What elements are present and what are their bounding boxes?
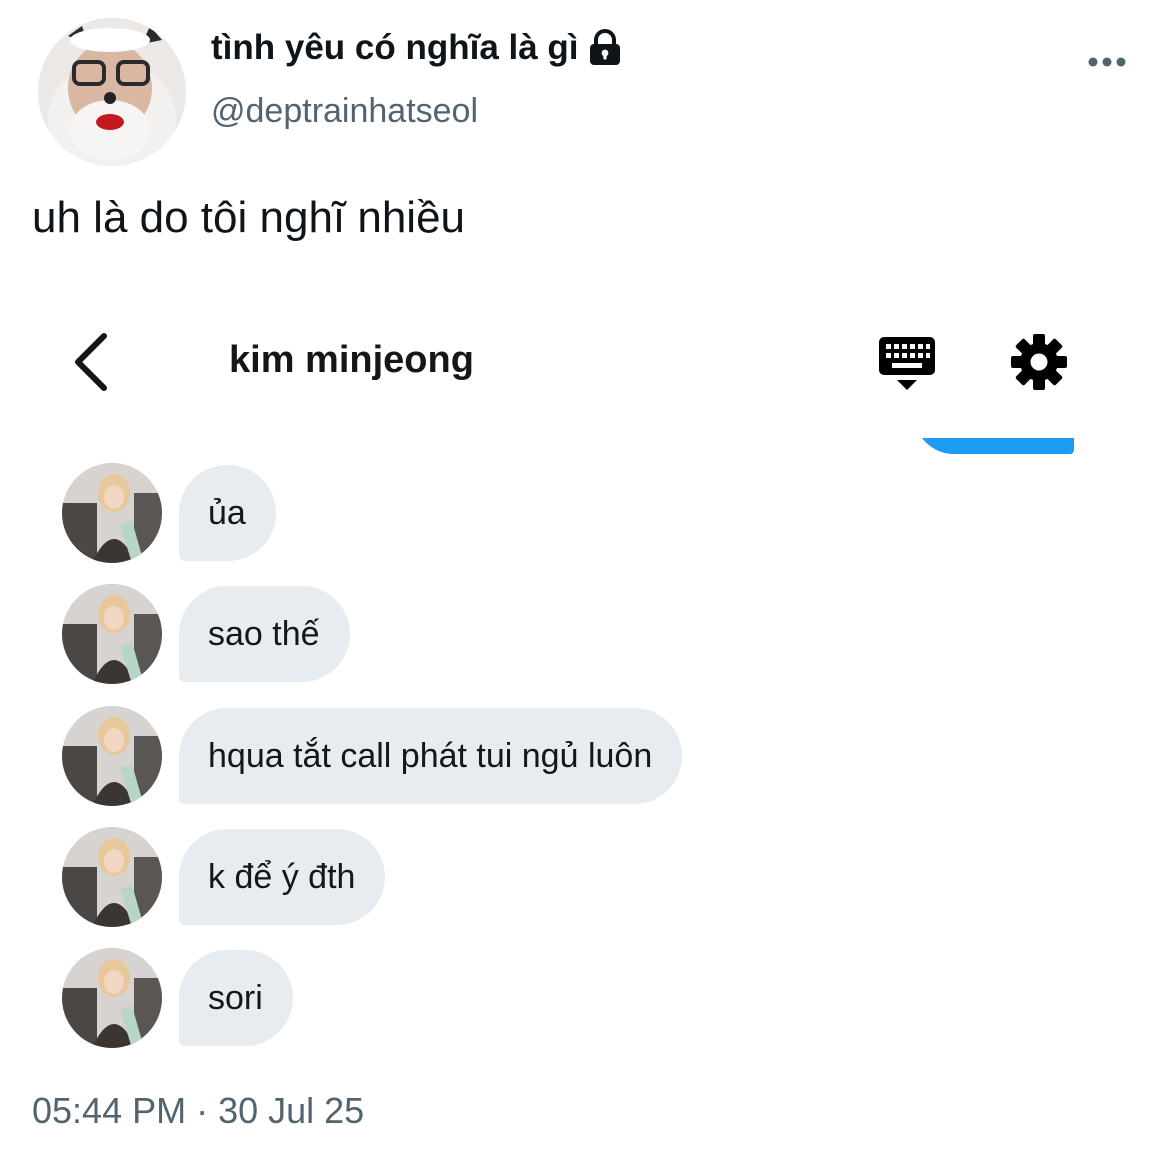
keyboard-icon[interactable]: [876, 334, 938, 394]
author-avatar[interactable]: [38, 18, 186, 166]
sender-avatar[interactable]: [62, 948, 162, 1048]
message-row: sori: [62, 948, 293, 1048]
message-row: sao thế: [62, 584, 350, 684]
display-name-text: tình yêu có nghĩa là gì: [211, 28, 579, 67]
sender-avatar[interactable]: [62, 706, 162, 806]
sender-avatar[interactable]: [62, 584, 162, 684]
received-message-bubble[interactable]: hqua tắt call phát tui ngủ luôn: [179, 708, 683, 804]
message-text: k để ý đth: [208, 857, 356, 896]
message-row: hqua tắt call phát tui ngủ luôn: [62, 706, 683, 806]
sender-avatar[interactable]: [62, 463, 162, 563]
tweet-text: uh là do tôi nghĩ nhiều: [32, 193, 466, 242]
tweet-timestamp[interactable]: 05:44 PM · 30 Jul 25: [32, 1090, 364, 1132]
message-text: sao thế: [208, 614, 320, 653]
gear-icon[interactable]: [1008, 331, 1070, 393]
conversation-title: kim minjeong: [229, 339, 474, 381]
lock-icon: [587, 29, 623, 67]
received-message-bubble[interactable]: k để ý đth: [179, 829, 386, 925]
author-handle[interactable]: @deptrainhatseol: [211, 92, 478, 131]
message-text: sori: [208, 978, 263, 1017]
message-text: ủa: [208, 493, 246, 532]
received-message-bubble[interactable]: sori: [179, 950, 293, 1046]
received-message-bubble[interactable]: ủa: [179, 465, 276, 561]
chevron-left-icon[interactable]: [66, 330, 118, 394]
author-display-name[interactable]: tình yêu có nghĩa là gì: [211, 28, 623, 68]
sender-avatar[interactable]: [62, 827, 162, 927]
message-row: k để ý đth: [62, 827, 386, 927]
received-message-bubble[interactable]: sao thế: [179, 586, 350, 682]
more-horizontal-icon[interactable]: [1084, 50, 1130, 74]
message-text: hqua tắt call phát tui ngủ luôn: [208, 736, 653, 775]
message-row: ủa: [62, 463, 276, 563]
sent-message-bubble-partial: [914, 438, 1074, 454]
